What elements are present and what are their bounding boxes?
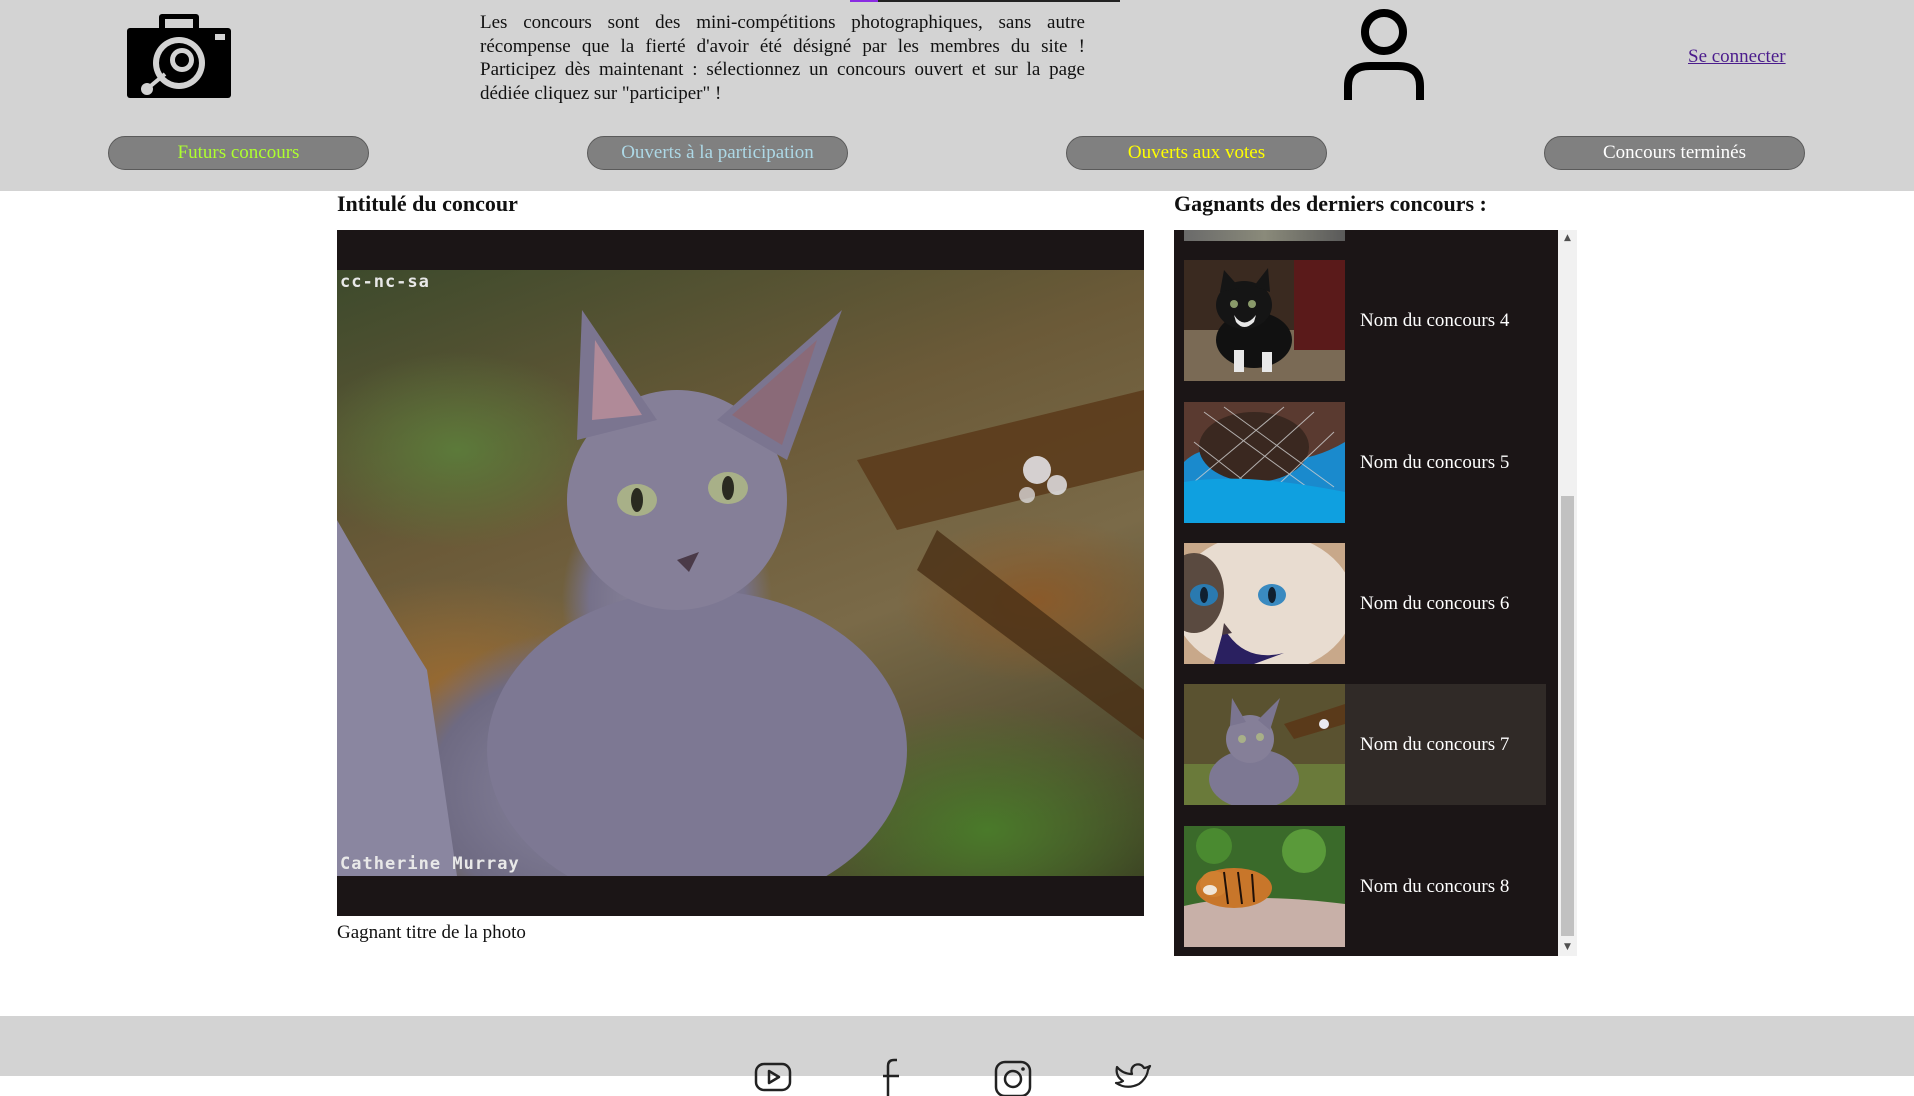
winners-scrollbar[interactable]: ▲ ▼ xyxy=(1558,230,1577,956)
twitter-icon[interactable] xyxy=(1113,1056,1153,1096)
tab-futurs-concours[interactable]: Futurs concours xyxy=(108,136,369,170)
youtube-icon[interactable] xyxy=(753,1056,793,1096)
tab-ouverts-votes[interactable]: Ouverts aux votes xyxy=(1066,136,1327,170)
camera-icon[interactable] xyxy=(125,12,233,100)
winner-name: Nom du concours 6 xyxy=(1360,593,1510,614)
tab-ouverts-participation[interactable]: Ouverts à la participation xyxy=(587,136,848,170)
winner-thumbnail xyxy=(1184,260,1345,381)
winner-name: Nom du concours 5 xyxy=(1360,452,1510,473)
tab-concours-termines[interactable]: Concours terminés xyxy=(1544,136,1805,170)
scroll-down-arrow-icon[interactable]: ▼ xyxy=(1558,939,1577,956)
winner-thumbnail xyxy=(1184,684,1345,805)
winners-title: Gagnants des derniers concours : xyxy=(1174,191,1487,216)
winners-list[interactable]: Nom du concours 4 Nom du concours 5 Nom … xyxy=(1174,230,1558,956)
instagram-icon[interactable] xyxy=(993,1056,1033,1096)
winner-item-5[interactable]: Nom du concours 5 xyxy=(1184,402,1546,523)
winner-name: Nom du concours 8 xyxy=(1360,876,1510,897)
winning-photo[interactable]: cc-nc-sa Catherine Murray xyxy=(337,270,1144,876)
scroll-up-arrow-icon[interactable]: ▲ xyxy=(1558,230,1577,247)
header-divider xyxy=(850,0,1120,2)
scrollbar-thumb[interactable] xyxy=(1561,496,1574,936)
winner-thumbnail xyxy=(1184,402,1345,523)
site-footer xyxy=(0,1016,1914,1096)
winner-name: Nom du concours 4 xyxy=(1360,310,1510,331)
site-header: Les concours sont des mini-compétitions … xyxy=(0,0,1914,191)
user-icon[interactable] xyxy=(1340,8,1428,104)
intro-text: Les concours sont des mini-compétitions … xyxy=(480,12,1085,104)
photo-license-overlay: cc-nc-sa xyxy=(340,272,430,292)
winner-item-8[interactable]: Nom du concours 8 xyxy=(1184,826,1546,947)
winner-item-4[interactable]: Nom du concours 4 xyxy=(1184,260,1546,381)
winner-thumbnail xyxy=(1184,230,1345,241)
contest-title: Intitulé du concour xyxy=(337,191,518,216)
photo-author-overlay: Catherine Murray xyxy=(340,854,520,874)
winner-item-6[interactable]: Nom du concours 6 xyxy=(1184,543,1546,664)
login-link[interactable]: Se connecter xyxy=(1688,46,1786,68)
photo-caption: Gagnant titre de la photo xyxy=(337,922,526,943)
winner-item-7[interactable]: Nom du concours 7 xyxy=(1184,684,1546,805)
winner-thumbnail xyxy=(1184,826,1345,947)
list-item-partial[interactable] xyxy=(1184,230,1546,241)
winner-name: Nom du concours 7 xyxy=(1360,734,1510,755)
winning-photo-frame: cc-nc-sa Catherine Murray xyxy=(337,230,1144,916)
winner-thumbnail xyxy=(1184,543,1345,664)
facebook-icon[interactable] xyxy=(873,1056,913,1096)
